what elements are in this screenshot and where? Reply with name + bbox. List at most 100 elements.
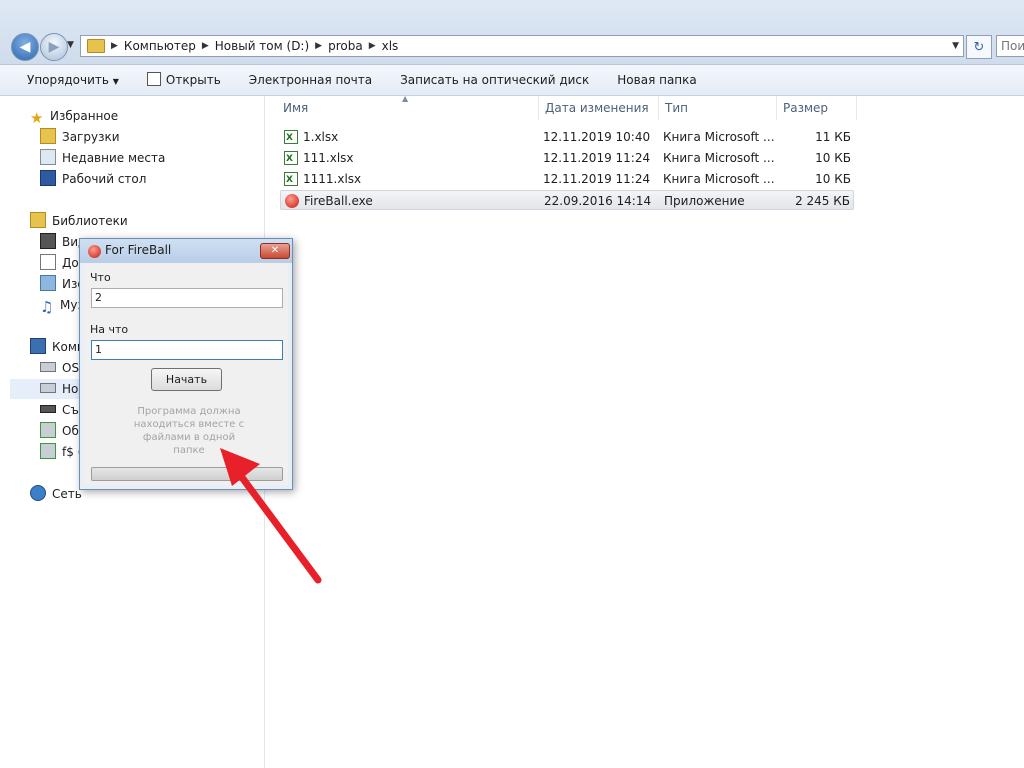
documents-icon [40,254,56,270]
new-folder-button[interactable]: Новая папка [603,65,710,95]
start-button[interactable]: Начать [151,368,222,391]
column-header-date[interactable]: Дата изменения [539,96,659,120]
file-type: Книга Microsoft ... [663,151,775,165]
hint-line: Программа должна [137,406,241,417]
refresh-button[interactable]: ↻ [966,35,992,59]
breadcrumb-separator-icon[interactable]: ▶ [202,41,209,51]
breadcrumb-xls[interactable]: xls [382,39,399,53]
file-type: Приложение [664,194,745,208]
breadcrumb-separator-icon[interactable]: ▶ [315,41,322,51]
nav-drive-new[interactable]: Новый том (D:) [40,379,80,399]
history-dropdown-icon[interactable]: ▼ [67,40,74,50]
nav-network[interactable]: Сеть [30,484,82,504]
nav-recent-label: Недавние места [62,151,166,165]
nav-images[interactable]: Изображения [40,274,80,294]
file-name: 111.xlsx [303,151,354,165]
nav-computer[interactable]: Компьютер [30,337,80,357]
star-icon: ★ [30,109,44,127]
folder-icon [87,39,105,53]
nav-desktop[interactable]: Рабочий стол [40,169,146,189]
close-button[interactable]: ✕ [260,243,290,259]
nav-documents[interactable]: Документы [40,253,80,273]
file-list: Имя ▲ Дата изменения Тип Размер 1.xlsx 1… [265,94,1024,768]
breadcrumb-proba[interactable]: proba [328,39,363,53]
nav-images-label: Изображения [62,277,80,291]
organize-button[interactable]: Упорядочить ▼ [0,65,133,95]
burn-button[interactable]: Записать на оптический диск [386,65,603,95]
excel-file-icon [284,170,298,190]
breadcrumb-drive[interactable]: Новый том (D:) [215,39,309,53]
dialog-titlebar[interactable]: For FireBall ✕ [80,239,292,263]
annotation-arrow-icon [220,448,322,584]
nav-drive-os[interactable]: OS (C:) [40,358,80,378]
nav-net-drive-1[interactable]: Общие [40,421,80,441]
nav-network-label: Сеть [52,487,82,501]
file-name: 1111.xlsx [303,172,362,186]
nav-recent[interactable]: Недавние места [40,148,165,168]
what-input[interactable]: 2 [91,288,283,308]
breadcrumb-separator-icon[interactable]: ▶ [369,41,376,51]
nav-libraries[interactable]: Библиотеки [30,211,128,231]
nav-downloads[interactable]: Загрузки [40,127,120,147]
file-row-selected[interactable]: FireBall.exe 22.09.2016 14:14 Приложение… [280,190,854,210]
nav-documents-label: Документы [62,256,80,270]
music-icon: ♫ [40,298,54,315]
open-button[interactable]: Открыть [133,65,235,95]
nav-drive-new-label: Новый том (D:) [62,382,80,396]
nav-music-label: Музыка [60,298,80,312]
fireball-app-icon [88,245,101,258]
email-button[interactable]: Электронная почта [235,65,386,95]
desktop-icon [40,170,56,186]
address-box[interactable]: ▶ Компьютер ▶ Новый том (D:) ▶ proba ▶ x… [80,35,964,57]
nav-removable-label: Съемный диск [62,403,80,417]
file-name: 1.xlsx [303,130,339,144]
sort-ascending-icon: ▲ [402,94,409,103]
nav-net-drive-2-label: f$ (\\ [62,445,80,459]
network-icon [30,485,46,501]
nav-net-drive-2[interactable]: f$ (\\ [40,442,80,462]
file-row[interactable]: 111.xlsx 12.11.2019 11:24 Книга Microsof… [280,148,854,169]
video-icon [40,233,56,249]
network-drive-icon [40,443,56,459]
file-size: 11 КБ [815,130,851,144]
nav-video[interactable]: Видео [40,232,80,252]
file-date: 12.11.2019 11:24 [543,151,651,165]
removable-drive-icon [40,405,56,413]
fireball-app-icon [285,194,299,208]
nav-libraries-label: Библиотеки [52,214,128,228]
nav-favorites[interactable]: ★ Избранное [30,106,118,127]
file-size: 10 КБ [815,151,851,165]
replace-with-input[interactable]: 1 [91,340,283,360]
libraries-icon [30,212,46,228]
search-input[interactable]: Поиск: xls [996,35,1024,57]
file-type: Книга Microsoft ... [663,172,775,186]
back-button[interactable]: ◀ [11,33,39,61]
forward-button[interactable]: ▶ [40,33,68,61]
file-row[interactable]: 1111.xlsx 12.11.2019 11:24 Книга Microso… [280,169,854,190]
nav-net-drive-1-label: Общие [62,424,80,438]
command-toolbar: Упорядочить ▼ Открыть Электронная почта … [0,65,1024,96]
drive-icon [40,383,56,393]
address-dropdown-icon[interactable]: ▼ [952,41,959,51]
column-header-size[interactable]: Размер [777,96,857,120]
nav-removable[interactable]: Съемный диск [40,400,80,420]
nav-computer-label: Компьютер [52,340,80,354]
column-header-type[interactable]: Тип [659,96,777,120]
file-date: 22.09.2016 14:14 [544,194,652,208]
excel-file-icon [284,128,298,148]
nav-video-label: Видео [62,235,80,249]
breadcrumb-separator-icon[interactable]: ▶ [111,41,118,51]
nav-music[interactable]: ♫ Музыка [40,295,80,315]
file-type: Книга Microsoft ... [663,130,775,144]
breadcrumb-computer[interactable]: Компьютер [124,39,196,53]
what-label: Что [90,271,111,284]
open-label: Открыть [165,73,221,87]
chevron-down-icon: ▼ [112,77,119,86]
file-size: 2 245 КБ [795,194,850,208]
organize-label: Упорядочить [27,73,109,87]
file-date: 12.11.2019 10:40 [543,130,651,144]
dialog-title: For FireBall [105,243,172,257]
open-icon [146,72,161,86]
downloads-folder-icon [40,128,56,144]
file-row[interactable]: 1.xlsx 12.11.2019 10:40 Книга Microsoft … [280,127,854,148]
